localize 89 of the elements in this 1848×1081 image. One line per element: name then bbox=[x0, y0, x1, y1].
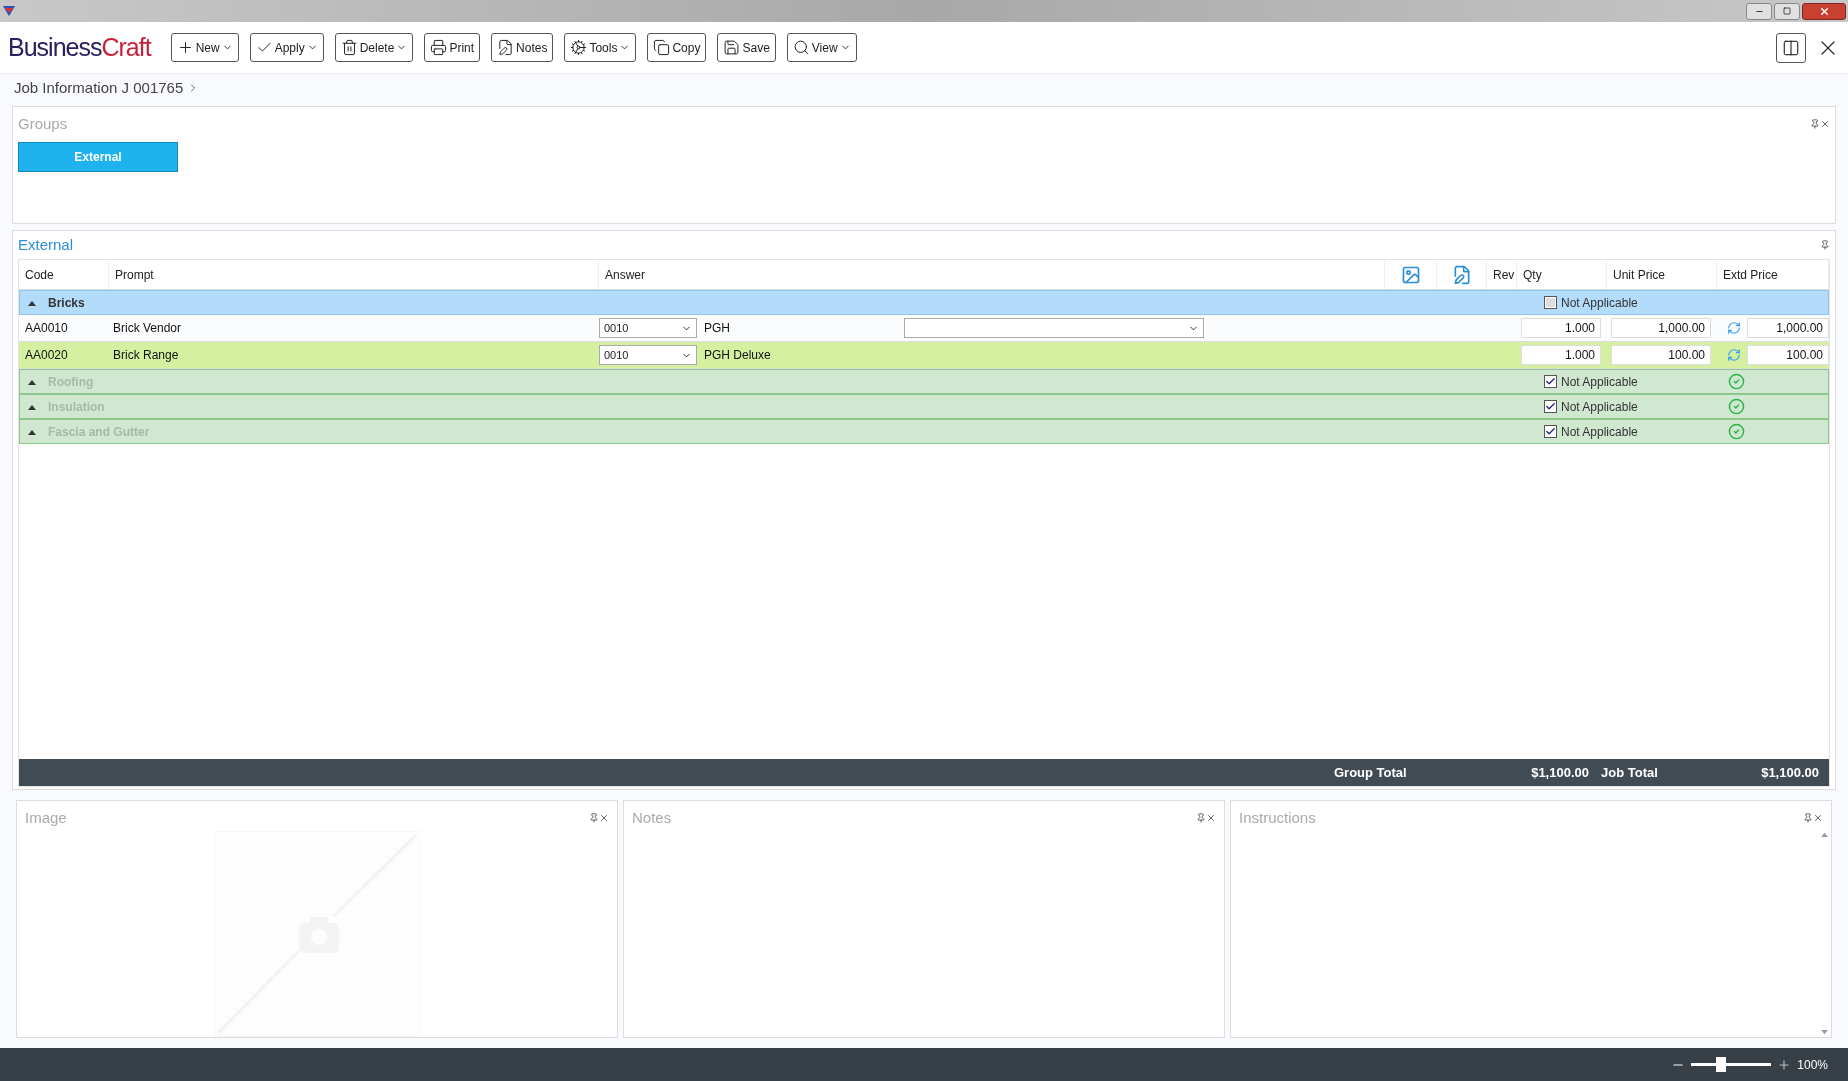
toolbar-button[interactable]: Delete bbox=[334, 33, 414, 62]
document-pen-icon bbox=[497, 39, 515, 56]
scrollbar[interactable] bbox=[1819, 831, 1829, 1035]
toolbar-button[interactable]: New bbox=[170, 33, 239, 62]
restore-icon bbox=[1783, 7, 1791, 15]
app-logo-icon bbox=[2, 5, 16, 17]
slider-thumb[interactable] bbox=[1715, 1057, 1726, 1072]
checkbox[interactable] bbox=[1544, 400, 1557, 413]
column-header[interactable]: Answer bbox=[599, 260, 1385, 289]
split-panel-icon bbox=[1782, 38, 1800, 57]
answer-dropdown[interactable]: 0010 bbox=[599, 318, 697, 338]
group-label: Bricks bbox=[48, 294, 85, 312]
section-title: External bbox=[18, 234, 74, 255]
number-field[interactable]: 1.000 bbox=[1521, 318, 1601, 338]
check-circle-icon bbox=[1728, 423, 1745, 440]
answer-text: PGH Deluxe bbox=[703, 347, 772, 364]
minimize-button[interactable] bbox=[1746, 2, 1772, 20]
column-header[interactable]: Rev bbox=[1487, 260, 1517, 289]
answer-text: PGH bbox=[703, 320, 731, 337]
checkbox-label: Not Applicable bbox=[1561, 423, 1638, 441]
save-icon bbox=[723, 39, 741, 56]
collapse-icon[interactable] bbox=[28, 428, 36, 435]
scroll-up-icon[interactable] bbox=[1820, 831, 1828, 837]
pin-close-icon[interactable] bbox=[1810, 119, 1830, 130]
total-value: $1,100.00 bbox=[1760, 763, 1820, 782]
total-label: Job Total bbox=[1600, 763, 1659, 782]
item-row[interactable]: AA0020 Brick Range 0010 PGH Deluxe 1.000 100.00 100.00 bbox=[19, 342, 1829, 369]
zoom-reading: 100% bbox=[1797, 1056, 1828, 1074]
panel-title: Notes bbox=[632, 808, 672, 828]
number-field[interactable]: 100.00 bbox=[1611, 345, 1711, 365]
table-cell-text: Brick Vendor bbox=[112, 320, 183, 337]
logo: BusinessCraft bbox=[8, 31, 151, 63]
total-label: Group Total bbox=[1334, 763, 1408, 782]
printer-icon bbox=[430, 39, 448, 56]
column-header[interactable]: Unit Price bbox=[1607, 260, 1717, 289]
checkbox-label: Not Applicable bbox=[1561, 294, 1638, 312]
number-field[interactable]: 100.00 bbox=[1747, 345, 1829, 365]
checkbox[interactable] bbox=[1544, 375, 1557, 388]
panel-title: Groups bbox=[18, 114, 68, 134]
column-header[interactable]: Qty bbox=[1517, 260, 1607, 289]
toolbar-button[interactable]: Tools bbox=[564, 33, 637, 62]
search-icon bbox=[792, 39, 810, 56]
pin-close-icon[interactable] bbox=[1196, 813, 1216, 824]
check-circle-icon bbox=[1728, 373, 1745, 390]
panel-toggle-button[interactable] bbox=[1776, 32, 1806, 63]
refresh-icon[interactable] bbox=[1727, 321, 1741, 335]
restore-button[interactable] bbox=[1774, 2, 1800, 20]
panel-title: Instructions bbox=[1239, 808, 1316, 828]
collapse-icon[interactable] bbox=[28, 299, 36, 306]
table-cell-text: AA0010 bbox=[24, 320, 69, 337]
toolbar-button[interactable]: Print bbox=[424, 33, 481, 62]
copy-icon bbox=[653, 39, 671, 56]
close-button[interactable] bbox=[1802, 2, 1846, 20]
scroll-down-icon[interactable] bbox=[1820, 1030, 1828, 1035]
collapse-icon[interactable] bbox=[28, 378, 36, 385]
toolbar-button[interactable]: View bbox=[786, 33, 857, 62]
table-cell-text: Brick Range bbox=[112, 347, 180, 364]
pin-close-icon[interactable] bbox=[589, 813, 609, 824]
number-field[interactable]: 1,000.00 bbox=[1747, 318, 1829, 338]
toolbar-button[interactable]: Apply bbox=[249, 33, 324, 62]
breadcrumb[interactable]: Job Information J 001765 bbox=[14, 76, 184, 100]
total-value: $1,100.00 bbox=[1530, 763, 1589, 782]
table-cell-text: AA0020 bbox=[24, 347, 69, 364]
item-row[interactable]: AA0010 Brick Vendor 0010 PGH 1.000 1,000.00 1,000.00 bbox=[19, 315, 1829, 342]
answer-dropdown[interactable]: 0010 bbox=[599, 345, 697, 365]
panel-title: Image bbox=[25, 808, 67, 828]
checkbox[interactable] bbox=[1544, 296, 1557, 309]
trash-icon bbox=[340, 39, 358, 56]
check-circle-icon bbox=[1728, 398, 1745, 415]
collapse-icon[interactable] bbox=[28, 403, 36, 410]
zoom-slider[interactable] bbox=[1691, 1057, 1772, 1072]
group-row[interactable]: Bricks Not Applicable bbox=[19, 290, 1829, 315]
toolbar-button[interactable]: Notes bbox=[491, 33, 554, 62]
checkbox-label: Not Applicable bbox=[1561, 373, 1638, 391]
column-header[interactable]: Code bbox=[19, 260, 109, 289]
number-field[interactable]: 1.000 bbox=[1521, 345, 1601, 365]
image-icon[interactable] bbox=[1400, 264, 1421, 285]
checkbox-label: Not Applicable bbox=[1561, 398, 1638, 416]
checkbox[interactable] bbox=[1544, 425, 1557, 438]
column-header[interactable]: Extd Price bbox=[1717, 260, 1829, 289]
close-icon bbox=[1818, 5, 1830, 17]
number-field[interactable]: 1,000.00 bbox=[1611, 318, 1711, 338]
column-header[interactable]: Prompt bbox=[109, 260, 599, 289]
zoom-in-icon[interactable] bbox=[1777, 1057, 1792, 1072]
toolbar-button[interactable]: Copy bbox=[647, 33, 707, 62]
toolbar-button[interactable]: Save bbox=[717, 33, 776, 62]
pin-icon[interactable] bbox=[1820, 240, 1830, 250]
pin-close-icon[interactable] bbox=[1803, 813, 1823, 824]
gears-icon bbox=[570, 39, 588, 56]
